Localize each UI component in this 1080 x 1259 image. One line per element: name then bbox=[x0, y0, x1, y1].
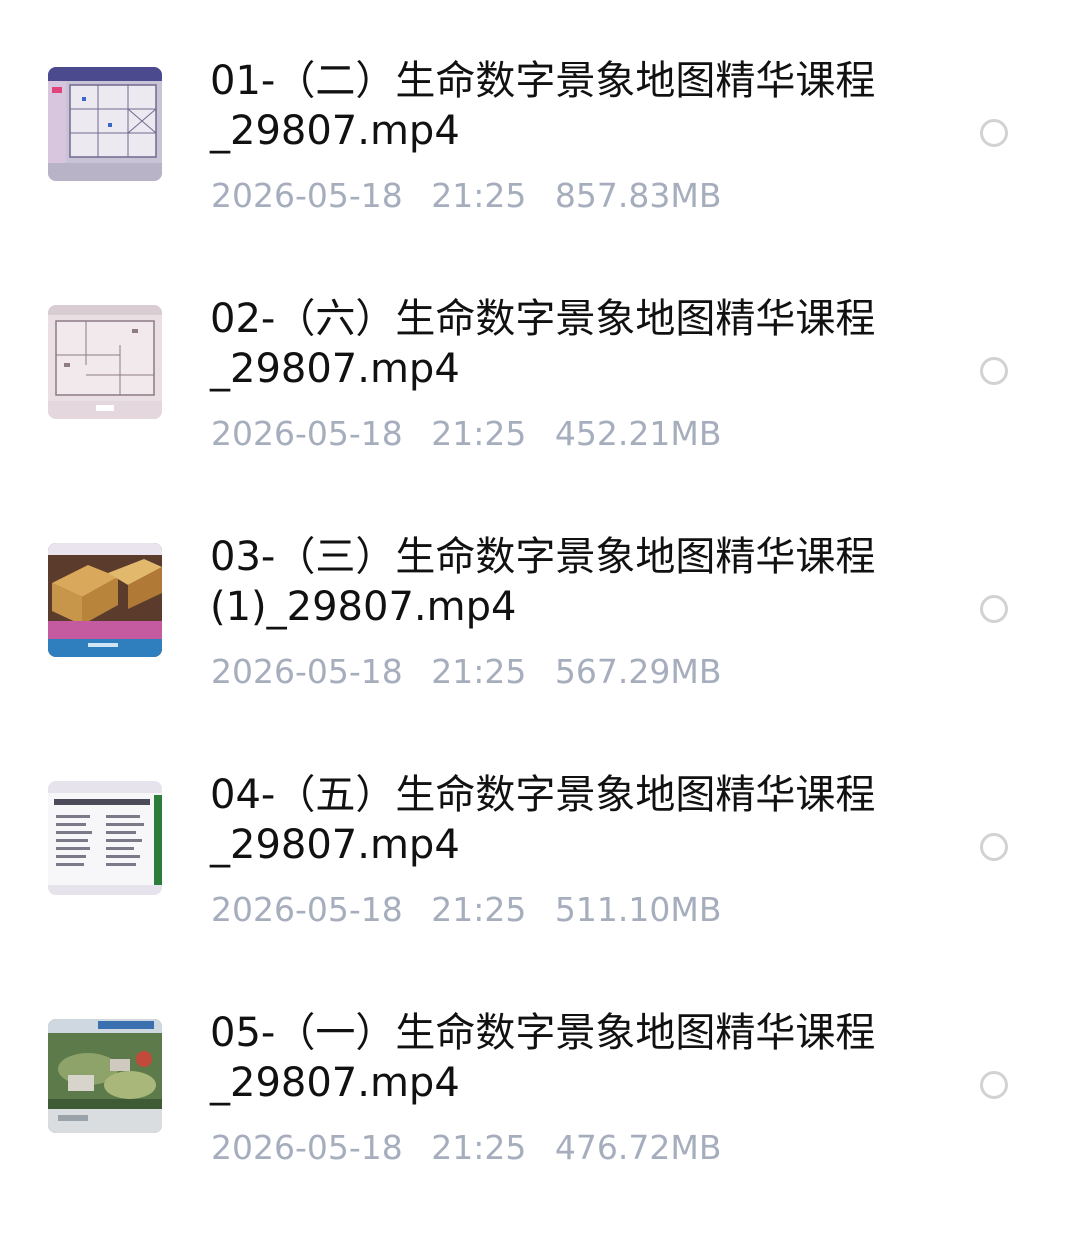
file-time: 21:25 bbox=[431, 652, 527, 691]
file-list: 01-（二）生命数字景象地图精华课程 _29807.mp4 2026-05-18… bbox=[0, 0, 1080, 1259]
file-name-line1: 05-（一）生命数字景象地图精华课程 bbox=[210, 1010, 876, 1056]
file-date: 2026-05-18 bbox=[211, 414, 403, 453]
file-row[interactable]: 04-（五）生命数字景象地图精华课程 _29807.mp4 2026-05-18… bbox=[0, 726, 1080, 964]
select-radio-button[interactable] bbox=[980, 595, 1008, 623]
file-size: 476.72MB bbox=[554, 1128, 722, 1167]
video-thumbnail[interactable] bbox=[48, 1019, 162, 1133]
file-name: 03-（三）生命数字景象地图精华课程 (1)_29807.mp4 bbox=[210, 532, 930, 632]
gold-bars-thumbnail-icon bbox=[48, 543, 162, 657]
floor-plan-thumbnail-icon bbox=[48, 305, 162, 419]
file-meta: 2026-05-18 21:25 567.29MB bbox=[211, 648, 739, 696]
file-name-line1: 01-（二）生命数字景象地图精华课程 bbox=[210, 58, 876, 104]
text-slide-thumbnail-icon bbox=[48, 781, 162, 895]
file-name: 04-（五）生命数字景象地图精华课程 _29807.mp4 bbox=[210, 770, 930, 870]
file-name-line2: (1)_29807.mp4 bbox=[210, 584, 517, 630]
file-name-line1: 03-（三）生命数字景象地图精华课程 bbox=[210, 534, 876, 580]
map-chart-thumbnail-icon bbox=[48, 67, 162, 181]
file-size: 567.29MB bbox=[554, 652, 722, 691]
file-time: 21:25 bbox=[431, 890, 527, 929]
file-size: 511.10MB bbox=[554, 890, 722, 929]
file-row[interactable]: 02-（六）生命数字景象地图精华课程 _29807.mp4 2026-05-18… bbox=[0, 250, 1080, 488]
file-date: 2026-05-18 bbox=[211, 1128, 403, 1167]
file-date: 2026-05-18 bbox=[211, 652, 403, 691]
file-name-line2: _29807.mp4 bbox=[210, 108, 460, 154]
video-thumbnail[interactable] bbox=[48, 781, 162, 895]
file-name-line2: _29807.mp4 bbox=[210, 822, 460, 868]
file-date: 2026-05-18 bbox=[211, 176, 403, 215]
file-row[interactable]: 03-（三）生命数字景象地图精华课程 (1)_29807.mp4 2026-05… bbox=[0, 488, 1080, 726]
file-name-line2: _29807.mp4 bbox=[210, 346, 460, 392]
file-name: 02-（六）生命数字景象地图精华课程 _29807.mp4 bbox=[210, 294, 930, 394]
file-row[interactable]: 05-（一）生命数字景象地图精华课程 _29807.mp4 2026-05-18… bbox=[0, 964, 1080, 1202]
file-name-line2: _29807.mp4 bbox=[210, 1060, 460, 1106]
select-radio-button[interactable] bbox=[980, 1071, 1008, 1099]
file-size: 857.83MB bbox=[554, 176, 722, 215]
file-row[interactable]: 01-（二）生命数字景象地图精华课程 _29807.mp4 2026-05-18… bbox=[0, 12, 1080, 250]
file-name: 01-（二）生命数字景象地图精华课程 _29807.mp4 bbox=[210, 56, 930, 156]
select-radio-button[interactable] bbox=[980, 833, 1008, 861]
file-time: 21:25 bbox=[431, 414, 527, 453]
file-time: 21:25 bbox=[431, 1128, 527, 1167]
file-date: 2026-05-18 bbox=[211, 890, 403, 929]
file-meta: 2026-05-18 21:25 476.72MB bbox=[211, 1124, 739, 1172]
file-size: 452.21MB bbox=[554, 414, 722, 453]
file-time: 21:25 bbox=[431, 176, 527, 215]
select-radio-button[interactable] bbox=[980, 357, 1008, 385]
file-name-line1: 02-（六）生命数字景象地图精华课程 bbox=[210, 296, 876, 342]
file-meta: 2026-05-18 21:25 857.83MB bbox=[211, 172, 739, 220]
video-thumbnail[interactable] bbox=[48, 305, 162, 419]
file-name: 05-（一）生命数字景象地图精华课程 _29807.mp4 bbox=[210, 1008, 930, 1108]
aerial-map-thumbnail-icon bbox=[48, 1019, 162, 1133]
file-name-line1: 04-（五）生命数字景象地图精华课程 bbox=[210, 772, 876, 818]
select-radio-button[interactable] bbox=[980, 119, 1008, 147]
file-meta: 2026-05-18 21:25 452.21MB bbox=[211, 410, 739, 458]
video-thumbnail[interactable] bbox=[48, 543, 162, 657]
file-meta: 2026-05-18 21:25 511.10MB bbox=[211, 886, 739, 934]
video-thumbnail[interactable] bbox=[48, 67, 162, 181]
